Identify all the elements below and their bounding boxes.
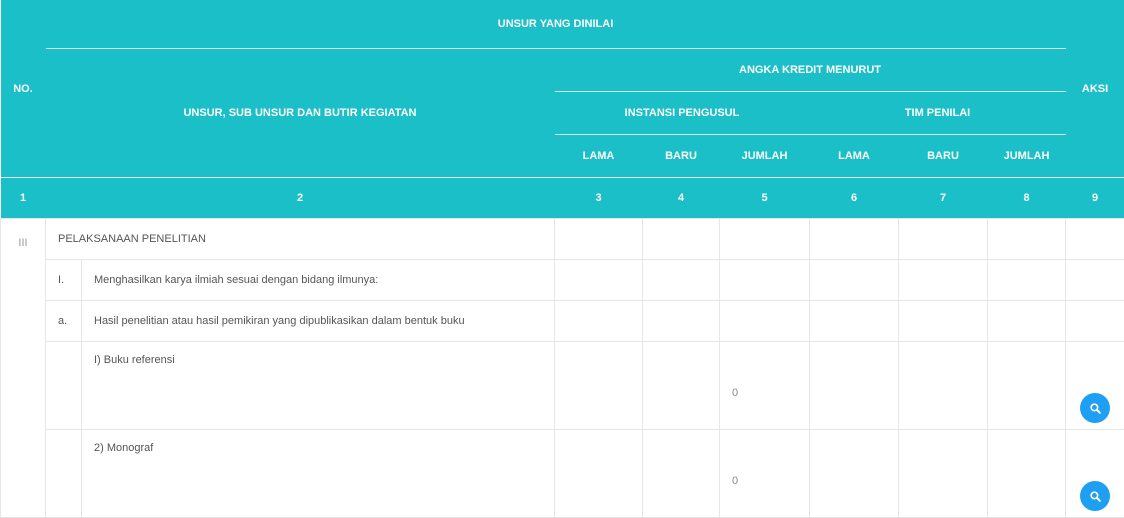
- col-number-2: 2: [46, 178, 555, 219]
- search-icon: [1089, 402, 1102, 415]
- header-col-jumlah-tim: JUMLAH: [988, 135, 1066, 178]
- header-unsur-yang-dinilai-label: UNSUR YANG DINILAI: [46, 18, 1066, 30]
- row-text: Hasil penelitian atau hasil pemikiran ya…: [82, 301, 555, 342]
- row-no: III: [1, 219, 46, 518]
- header-col-lama-tim: LAMA: [810, 135, 899, 178]
- header-unsur-yang-dinilai: UNSUR YANG DINILAI: [46, 0, 1066, 49]
- table-row: I) Buku referensi 0: [1, 342, 1124, 430]
- search-icon: [1089, 490, 1102, 503]
- row-sub-index: I.: [46, 260, 82, 301]
- view-button[interactable]: [1080, 481, 1110, 511]
- col-number-6: 6: [810, 178, 899, 219]
- row-title: PELAKSANAAN PENELITIAN: [46, 219, 555, 260]
- header-col-lama-instansi: LAMA: [555, 135, 643, 178]
- header-unsur-sub-unsur: UNSUR, SUB UNSUR DAN BUTIR KEGIATAN: [46, 49, 555, 178]
- header-col-jumlah-instansi: JUMLAH: [720, 135, 810, 178]
- column-number-row: 1 2 3 4 5 6 7 8 9: [1, 178, 1124, 219]
- table-row: III PELAKSANAAN PENELITIAN: [1, 219, 1124, 260]
- col-number-1: 1: [1, 178, 46, 219]
- header-tim-penilai: TIM PENILAI: [810, 92, 1066, 135]
- row-text: 2) Monograf: [82, 430, 555, 518]
- header-aksi: AKSI: [1066, 0, 1124, 178]
- row-jumlah-instansi: 0: [720, 342, 810, 430]
- header-angka-kredit: ANGKA KREDIT MENURUT: [555, 49, 1066, 92]
- col-number-3: 3: [555, 178, 643, 219]
- header-col-baru-tim: BARU: [899, 135, 988, 178]
- view-button[interactable]: [1080, 393, 1110, 423]
- table-row: a. Hasil penelitian atau hasil pemikiran…: [1, 301, 1124, 342]
- kredit-table: NO. UNSUR YANG DINILAI AKSI UNSUR, SUB U…: [0, 0, 1124, 518]
- col-number-5: 5: [720, 178, 810, 219]
- header-instansi-pengusul: INSTANSI PENGUSUL: [555, 92, 810, 135]
- row-sub-index: a.: [46, 301, 82, 342]
- header-no: NO.: [1, 0, 46, 178]
- table-row: I. Menghasilkan karya ilmiah sesuai deng…: [1, 260, 1124, 301]
- row-text: Menghasilkan karya ilmiah sesuai dengan …: [82, 260, 555, 301]
- col-number-9: 9: [1066, 178, 1124, 219]
- row-jumlah-instansi: 0: [720, 430, 810, 518]
- table-row: 2) Monograf 0: [1, 430, 1124, 518]
- col-number-4: 4: [643, 178, 720, 219]
- col-number-8: 8: [988, 178, 1066, 219]
- table-header: NO. UNSUR YANG DINILAI AKSI UNSUR, SUB U…: [1, 0, 1124, 178]
- col-number-7: 7: [899, 178, 988, 219]
- header-col-baru-instansi: BARU: [643, 135, 720, 178]
- row-text: I) Buku referensi: [82, 342, 555, 430]
